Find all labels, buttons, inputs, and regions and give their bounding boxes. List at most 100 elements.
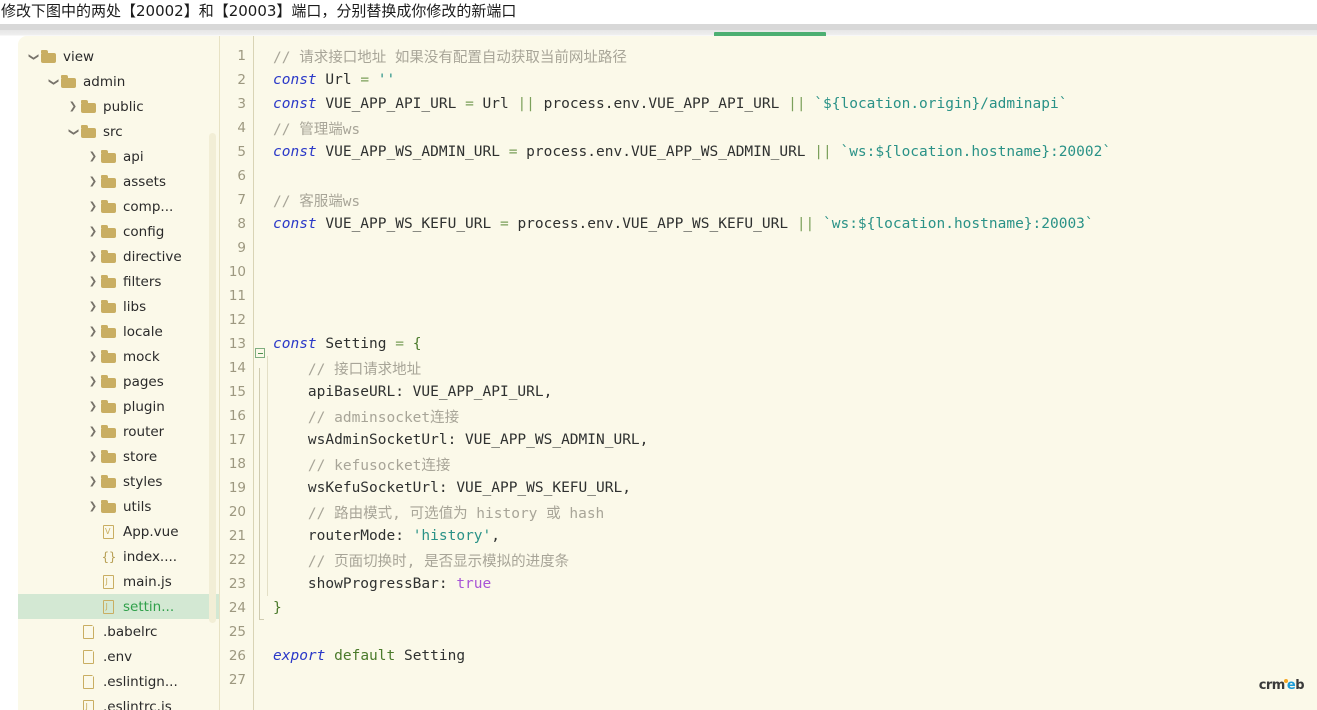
code-line[interactable]: 11 (220, 284, 1317, 308)
folder-icon (100, 274, 118, 290)
chevron-right-icon[interactable]: ❯ (86, 476, 100, 487)
chevron-right-icon[interactable]: ❯ (86, 351, 100, 362)
code-line[interactable]: 5 const VUE_APP_WS_ADMIN_URL = process.en… (220, 140, 1317, 164)
tree-item-eslintign[interactable]: .eslintign... (18, 669, 220, 694)
file-tree-scrollbar[interactable] (209, 133, 216, 623)
code-line[interactable]: 15 apiBaseURL: VUE_APP_API_URL, (220, 380, 1317, 416)
tree-item-babelrc[interactable]: .babelrc (18, 619, 220, 644)
code-line[interactable]: 2 const Url = '' (220, 68, 1317, 92)
tree-item-index[interactable]: {} index.... (18, 544, 220, 569)
chevron-right-icon[interactable]: ❯ (86, 226, 100, 237)
code-line[interactable]: 25 (220, 620, 1317, 644)
tree-item-main-js[interactable]: main.js (18, 569, 220, 594)
tree-item-api[interactable]: ❯ api (18, 144, 220, 169)
code-token: const (273, 144, 317, 160)
tree-item-settin[interactable]: settin... (18, 594, 220, 619)
code-line[interactable]: 3 const VUE_APP_API_URL = Url || process.… (220, 92, 1317, 116)
code-token: Setting (395, 648, 466, 664)
tree-item-admin[interactable]: ❯ admin (18, 69, 220, 94)
chevron-placeholder (86, 577, 100, 587)
code-line[interactable]: 19 wsKefuSocketUrl: VUE_APP_WS_KEFU_URL, (220, 476, 1317, 512)
code-line[interactable]: 8 const VUE_APP_WS_KEFU_URL = process.env… (220, 212, 1317, 236)
tree-item-view[interactable]: ❯ view (18, 44, 220, 69)
tree-item-app-vue[interactable]: App.vue (18, 519, 220, 544)
tree-item-label: settin... (123, 598, 175, 615)
tree-item-comp[interactable]: ❯ comp... (18, 194, 220, 219)
code-line[interactable]: 13 const Setting = { (220, 332, 1317, 358)
tree-item-label: main.js (123, 573, 172, 590)
code-token: = (395, 336, 404, 352)
chevron-right-icon[interactable]: ❯ (86, 276, 100, 287)
code-line[interactable]: 27 (220, 668, 1317, 692)
code-line[interactable]: 17 wsAdminSocketUrl: VUE_APP_WS_ADMIN_UR… (220, 428, 1317, 464)
code-line[interactable]: 10 (220, 260, 1317, 284)
tree-item-locale[interactable]: ❯ locale (18, 319, 220, 344)
tree-item-libs[interactable]: ❯ libs (18, 294, 220, 319)
tree-item-store[interactable]: ❯ store (18, 444, 220, 469)
line-number: 14 (228, 360, 246, 376)
tree-item-public[interactable]: ❯ public (18, 94, 220, 119)
tree-item-eslintrc-js[interactable]: .eslintrc.js (18, 694, 220, 710)
code-token: || (796, 216, 815, 232)
code-line[interactable]: 20 // 路由模式, 可选值为 history 或 hash (220, 500, 1317, 536)
chevron-right-icon[interactable]: ❯ (86, 326, 100, 337)
code-token: // 接口请求地址 (273, 361, 422, 378)
tree-item-assets[interactable]: ❯ assets (18, 169, 220, 194)
line-number: 2 (237, 72, 246, 88)
code-line[interactable]: 16 // adminsocket连接 (220, 404, 1317, 440)
code-line[interactable]: 26 export default Setting (220, 644, 1317, 668)
code-line-text: apiBaseURL: VUE_APP_API_URL, (267, 384, 552, 400)
chevron-right-icon[interactable]: ❯ (66, 101, 80, 112)
chevron-down-icon[interactable]: ❯ (48, 75, 59, 89)
code-token: `${location.origin}/adminapi` (805, 96, 1068, 112)
chevron-down-icon[interactable]: ❯ (68, 125, 79, 139)
code-token: const (273, 336, 317, 352)
tree-item-pages[interactable]: ❯ pages (18, 369, 220, 394)
code-token: 'history' (412, 528, 492, 544)
code-line[interactable]: 7 // 客服端ws (220, 188, 1317, 212)
code-line[interactable]: 23 showProgressBar: true (220, 572, 1317, 608)
chevron-right-icon[interactable]: ❯ (86, 301, 100, 312)
code-line[interactable]: 9 (220, 236, 1317, 260)
tree-item-env[interactable]: .env (18, 644, 220, 669)
watermark-accent: e (1286, 678, 1296, 693)
tree-item-label: .babelrc (103, 623, 158, 640)
chevron-right-icon[interactable]: ❯ (86, 451, 100, 462)
code-line[interactable]: 1 // 请求接口地址 如果没有配置自动获取当前网址路径 (220, 44, 1317, 68)
code-editor[interactable]: 1 // 请求接口地址 如果没有配置自动获取当前网址路径 2 const Url = … (220, 36, 1317, 710)
code-line[interactable]: 6 (220, 164, 1317, 188)
tree-item-config[interactable]: ❯ config (18, 219, 220, 244)
tree-item-src[interactable]: ❯ src (18, 119, 220, 144)
line-number: 4 (237, 120, 246, 136)
chevron-right-icon[interactable]: ❯ (86, 376, 100, 387)
tree-item-router[interactable]: ❯ router (18, 419, 220, 444)
line-number: 17 (228, 432, 246, 448)
chevron-right-icon[interactable]: ❯ (86, 426, 100, 437)
tree-item-utils[interactable]: ❯ utils (18, 494, 220, 519)
code-line[interactable]: 18 // kefusocket连接 (220, 452, 1317, 488)
chevron-right-icon[interactable]: ❯ (86, 251, 100, 262)
chevron-right-icon[interactable]: ❯ (86, 176, 100, 187)
code-line[interactable]: 21 routerMode: 'history', (220, 524, 1317, 560)
code-line[interactable]: 24} (220, 596, 1317, 620)
tree-item-directive[interactable]: ❯ directive (18, 244, 220, 269)
code-line[interactable]: 12 (220, 308, 1317, 332)
tree-item-mock[interactable]: ❯ mock (18, 344, 220, 369)
chevron-down-icon[interactable]: ❯ (28, 50, 39, 64)
tree-item-plugin[interactable]: ❯ plugin (18, 394, 220, 419)
tree-item-styles[interactable]: ❯ styles (18, 469, 220, 494)
chevron-right-icon[interactable]: ❯ (86, 401, 100, 412)
chevron-right-icon[interactable]: ❯ (86, 501, 100, 512)
code-line[interactable]: 4 // 管理端ws (220, 116, 1317, 140)
tree-item-filters[interactable]: ❯ filters (18, 269, 220, 294)
chevron-placeholder (86, 527, 100, 537)
chevron-placeholder (66, 652, 80, 662)
chevron-right-icon[interactable]: ❯ (86, 151, 100, 162)
code-token: wsAdminSocketUrl: VUE_APP_WS_ADMIN_URL, (273, 432, 649, 448)
file-tree-sidebar[interactable]: ❯ view ❯ admin ❯ public ❯ src ❯ api ❯ assets ❯ comp..… (18, 36, 220, 710)
code-token: = (465, 96, 474, 112)
code-line[interactable]: 22 // 页面切换时, 是否显示模拟的进度条 (220, 548, 1317, 584)
code-line[interactable]: 14 // 接口请求地址 (220, 356, 1317, 392)
chevron-right-icon[interactable]: ❯ (86, 201, 100, 212)
json-file-icon: {} (101, 549, 117, 564)
